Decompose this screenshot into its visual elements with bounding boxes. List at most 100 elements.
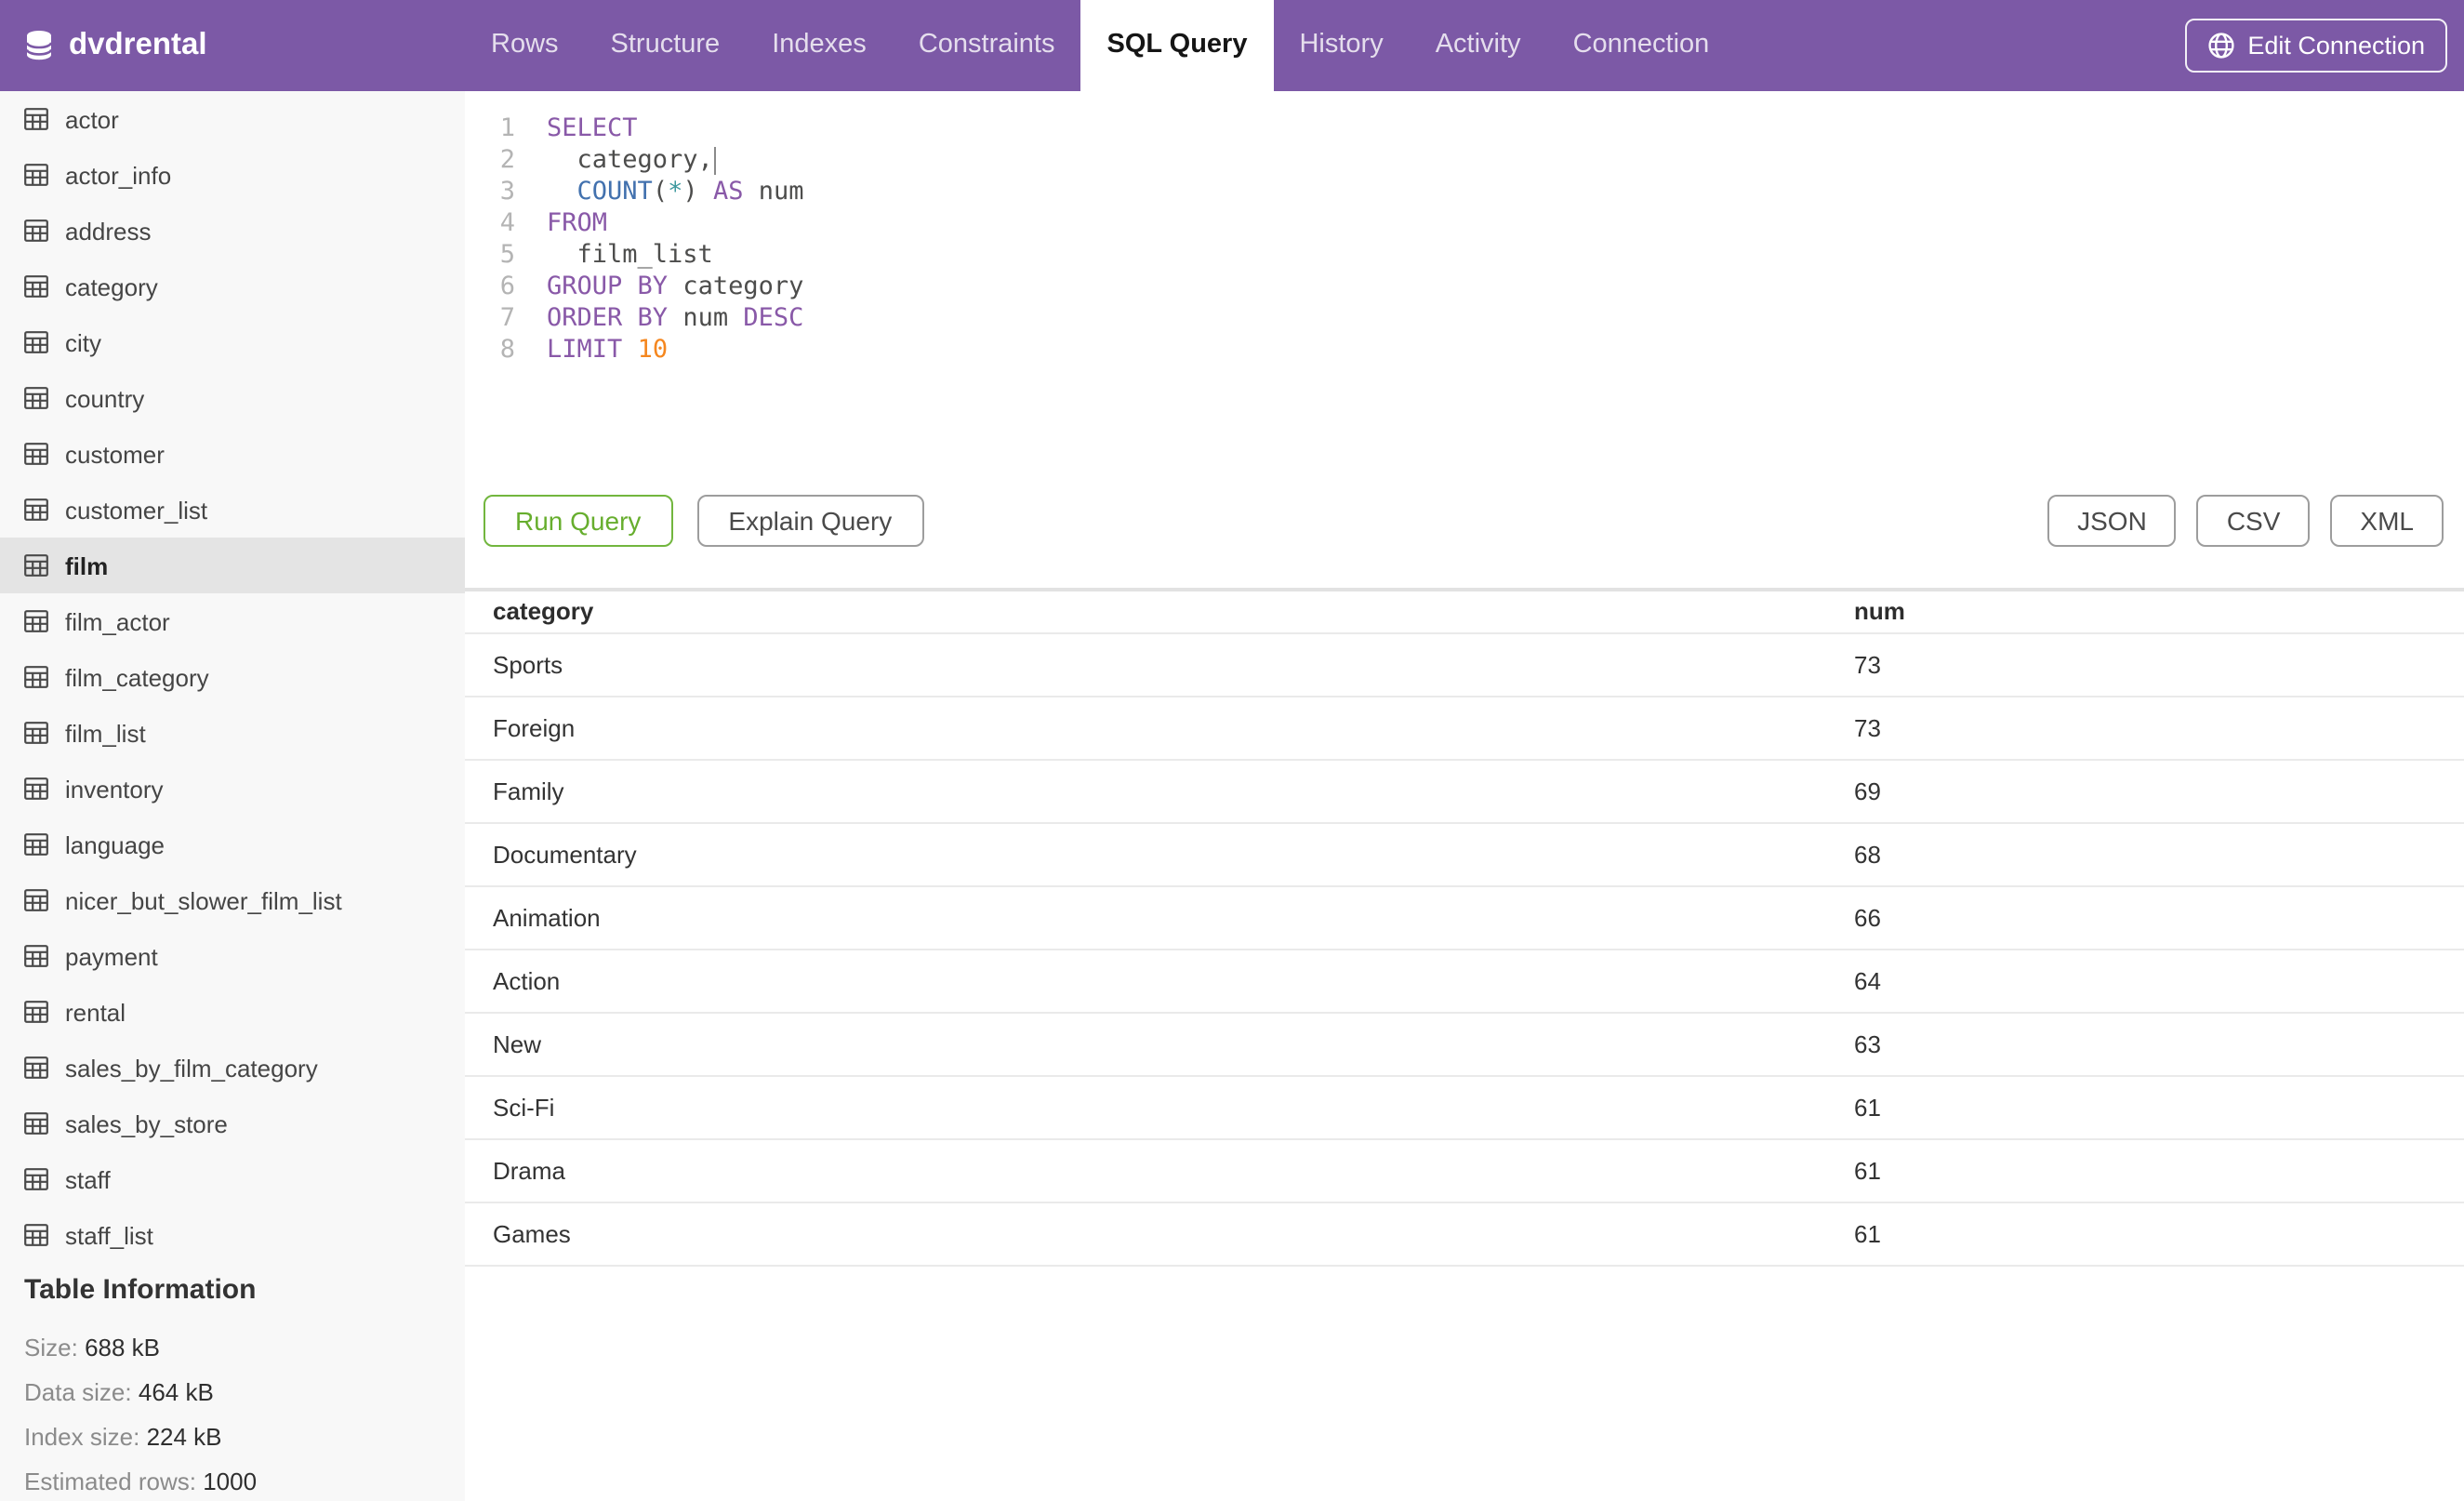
sidebar-table-item[interactable]: sales_by_film_category <box>0 1040 465 1096</box>
result-num-cell: 73 <box>1826 697 2464 761</box>
result-category-cell: New <box>465 1013 1826 1077</box>
export-button[interactable]: XML <box>2330 495 2444 547</box>
nav-tab[interactable]: Rows <box>465 0 585 91</box>
result-row: Action 64 <box>465 950 2464 1014</box>
sidebar-table-item[interactable]: inventory <box>0 761 465 817</box>
table-name: film_list <box>65 719 146 747</box>
stat-value: 464 kB <box>138 1378 214 1406</box>
table-name: film_category <box>65 663 209 691</box>
results-header-row: category num <box>465 591 2464 634</box>
column-header-category: category <box>465 591 1826 634</box>
database-brand: dvdrental <box>0 0 465 91</box>
nav-tab[interactable]: History <box>1273 0 1409 91</box>
nav-tab[interactable]: Structure <box>585 0 747 91</box>
table-name: customer_list <box>65 496 208 524</box>
sidebar-table-item[interactable]: film_list <box>0 705 465 761</box>
edit-connection-button[interactable]: Edit Connection <box>2184 19 2447 73</box>
result-row: Family 69 <box>465 760 2464 824</box>
result-category-cell: Drama <box>465 1139 1826 1203</box>
result-category-cell: Foreign <box>465 697 1826 761</box>
nav-tab[interactable]: Activity <box>1410 0 1547 91</box>
sidebar-table-item[interactable]: payment <box>0 928 465 984</box>
table-name: address <box>65 217 152 245</box>
result-category-cell: Action <box>465 950 1826 1014</box>
export-buttons: JSON CSV XML <box>2047 495 2444 547</box>
sidebar-table-item[interactable]: category <box>0 259 465 314</box>
table-name: film <box>65 551 109 579</box>
table-list: actor actor_info address category city c… <box>0 91 465 1263</box>
result-category-cell: Animation <box>465 886 1826 950</box>
table-name: nicer_but_slower_film_list <box>65 886 342 914</box>
table-information-title: Table Information <box>24 1274 257 1306</box>
table-name: inventory <box>65 775 164 803</box>
export-button[interactable]: CSV <box>2196 495 2311 547</box>
stat-label: Size: <box>24 1334 78 1362</box>
database-icon <box>24 30 54 61</box>
table-info-stat: Index size: 224 kB <box>24 1421 465 1453</box>
result-category-cell: Sports <box>465 633 1826 697</box>
globe-icon <box>2206 32 2234 60</box>
table-name: staff <box>65 1165 111 1193</box>
table-name: film_actor <box>65 607 170 635</box>
table-name: city <box>65 328 101 356</box>
result-num-cell: 68 <box>1826 823 2464 887</box>
table-information-stats: Size: 688 kB Data size: 464 kB Index siz… <box>24 1332 465 1497</box>
table-name: actor <box>65 105 119 133</box>
sidebar-table-item[interactable]: film_actor <box>0 593 465 649</box>
sidebar-table-item[interactable]: rental <box>0 984 465 1040</box>
nav-tab[interactable]: Indexes <box>746 0 893 91</box>
sidebar-table-item[interactable]: staff <box>0 1151 465 1207</box>
result-category-cell: Games <box>465 1202 1826 1267</box>
sidebar-table-item[interactable]: address <box>0 203 465 259</box>
nav-tab[interactable]: SQL Query <box>1080 0 1274 91</box>
sidebar-table-item[interactable]: nicer_but_slower_film_list <box>0 872 465 928</box>
sidebar-table-item[interactable]: language <box>0 817 465 872</box>
sidebar-table-item[interactable]: country <box>0 370 465 426</box>
result-row: New 63 <box>465 1013 2464 1077</box>
sidebar-table-item[interactable]: staff_list <box>0 1207 465 1263</box>
sidebar-table-item[interactable]: film <box>0 538 465 593</box>
result-row: Games 61 <box>465 1202 2464 1267</box>
run-query-button[interactable]: Run Query <box>484 495 673 547</box>
table-info-stat: Data size: 464 kB <box>24 1376 465 1408</box>
table-grid-icon <box>24 219 48 242</box>
table-information-panel: Table Information Size: 688 kB Data size… <box>0 1274 465 1497</box>
database-name: dvdrental <box>69 28 207 61</box>
results-area: category num Sports 73 Foreign 73 Family… <box>465 591 2464 1267</box>
stat-label: Estimated rows: <box>24 1468 196 1495</box>
result-category-cell: Sci-Fi <box>465 1076 1826 1140</box>
result-row: Animation 66 <box>465 886 2464 950</box>
table-grid-icon <box>24 1168 48 1190</box>
column-header-num: num <box>1826 591 2464 634</box>
sidebar-table-item[interactable]: city <box>0 314 465 370</box>
result-num-cell: 64 <box>1826 950 2464 1014</box>
nav-tab[interactable]: Connection <box>1547 0 1736 91</box>
sidebar-table-item[interactable]: actor <box>0 91 465 147</box>
export-button[interactable]: JSON <box>2047 495 2177 547</box>
result-num-cell: 66 <box>1826 886 2464 950</box>
sidebar-table-item[interactable]: sales_by_store <box>0 1096 465 1151</box>
stat-label: Data size: <box>24 1378 132 1406</box>
sidebar-table-item[interactable]: customer_list <box>0 482 465 538</box>
sidebar-table-item[interactable]: customer <box>0 426 465 482</box>
table-info-stat: Size: 688 kB <box>24 1332 465 1363</box>
result-num-cell: 63 <box>1826 1013 2464 1077</box>
sql-editor[interactable]: 1 SELECT 2 category, 3 COUNT(*) AS num 4 FROM… <box>465 91 2464 366</box>
result-category-cell: Family <box>465 760 1826 824</box>
table-grid-icon <box>24 777 48 800</box>
stat-value: 224 kB <box>146 1423 222 1451</box>
result-num-cell: 61 <box>1826 1076 2464 1140</box>
sidebar-table-item[interactable]: actor_info <box>0 147 465 203</box>
table-name: country <box>65 384 145 412</box>
top-navbar: dvdrental Rows Structure Indexes Constra… <box>0 0 2464 91</box>
stat-label: Index size: <box>24 1423 140 1451</box>
nav-tab[interactable]: Constraints <box>893 0 1081 91</box>
explain-query-button[interactable]: Explain Query <box>696 495 924 547</box>
query-toolbar: Run Query Explain Query JSON CSV XML <box>465 495 2464 547</box>
result-row: Foreign 73 <box>465 697 2464 761</box>
sidebar-table-item[interactable]: film_category <box>0 649 465 705</box>
table-grid-icon <box>24 1056 48 1079</box>
stat-value: 688 kB <box>85 1334 161 1362</box>
table-grid-icon <box>24 666 48 688</box>
result-row: Documentary 68 <box>465 823 2464 887</box>
